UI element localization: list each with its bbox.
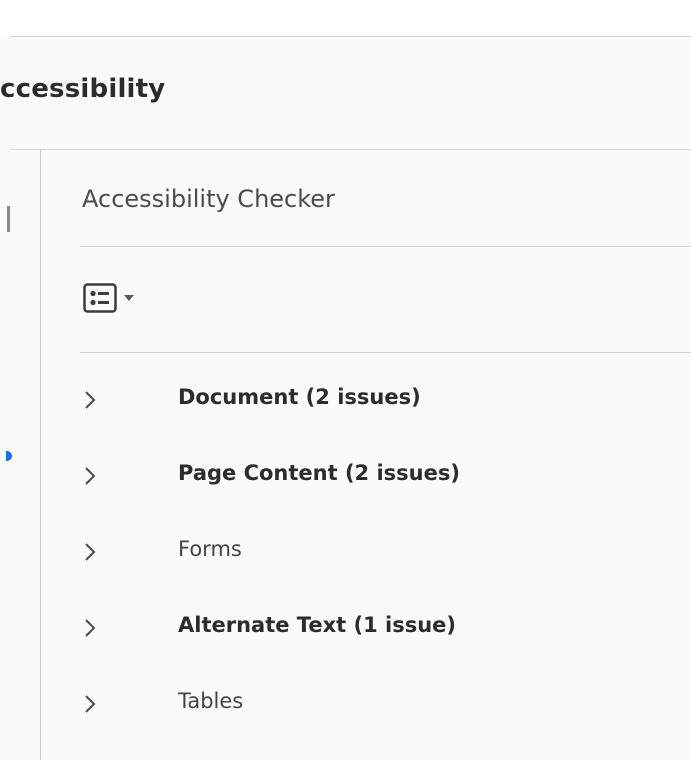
divider [80,246,691,247]
options-menu-button[interactable] [80,278,164,318]
chevron-right-icon[interactable] [80,615,100,641]
category-label: Tables [178,689,244,713]
panel-divider [40,150,41,760]
category-label: Document (2 issues) [178,385,421,409]
list-options-icon [80,281,120,315]
rail-tool-indicator[interactable] [7,206,10,232]
category-label: Alternate Text (1 issue) [178,613,456,637]
chevron-right-icon[interactable] [80,539,100,565]
category-alternate-text[interactable]: Alternate Text (1 issue) [80,591,691,667]
chevron-right-icon[interactable] [80,387,100,413]
chevron-right-icon[interactable] [80,691,100,717]
category-page-content[interactable]: Page Content (2 issues) [80,439,691,515]
category-label: Page Content (2 issues) [178,461,460,485]
category-label: Forms [178,537,242,561]
top-toolbar-area [0,0,691,36]
category-list: Document (2 issues) Page Content (2 issu… [80,363,691,743]
divider [10,36,691,37]
divider [80,352,691,353]
category-document[interactable]: Document (2 issues) [80,363,691,439]
tool-title: ccessibility [0,74,166,104]
accessibility-checker-panel: Accessibility Checker Document (2 issues… [41,150,691,760]
caret-down-icon [122,291,136,305]
app-window: ccessibility Accessibility Checker Docum… [0,0,691,760]
panel-title: Accessibility Checker [82,185,335,213]
category-tables[interactable]: Tables [80,667,691,743]
chevron-right-icon[interactable] [80,463,100,489]
category-forms[interactable]: Forms [80,515,691,591]
